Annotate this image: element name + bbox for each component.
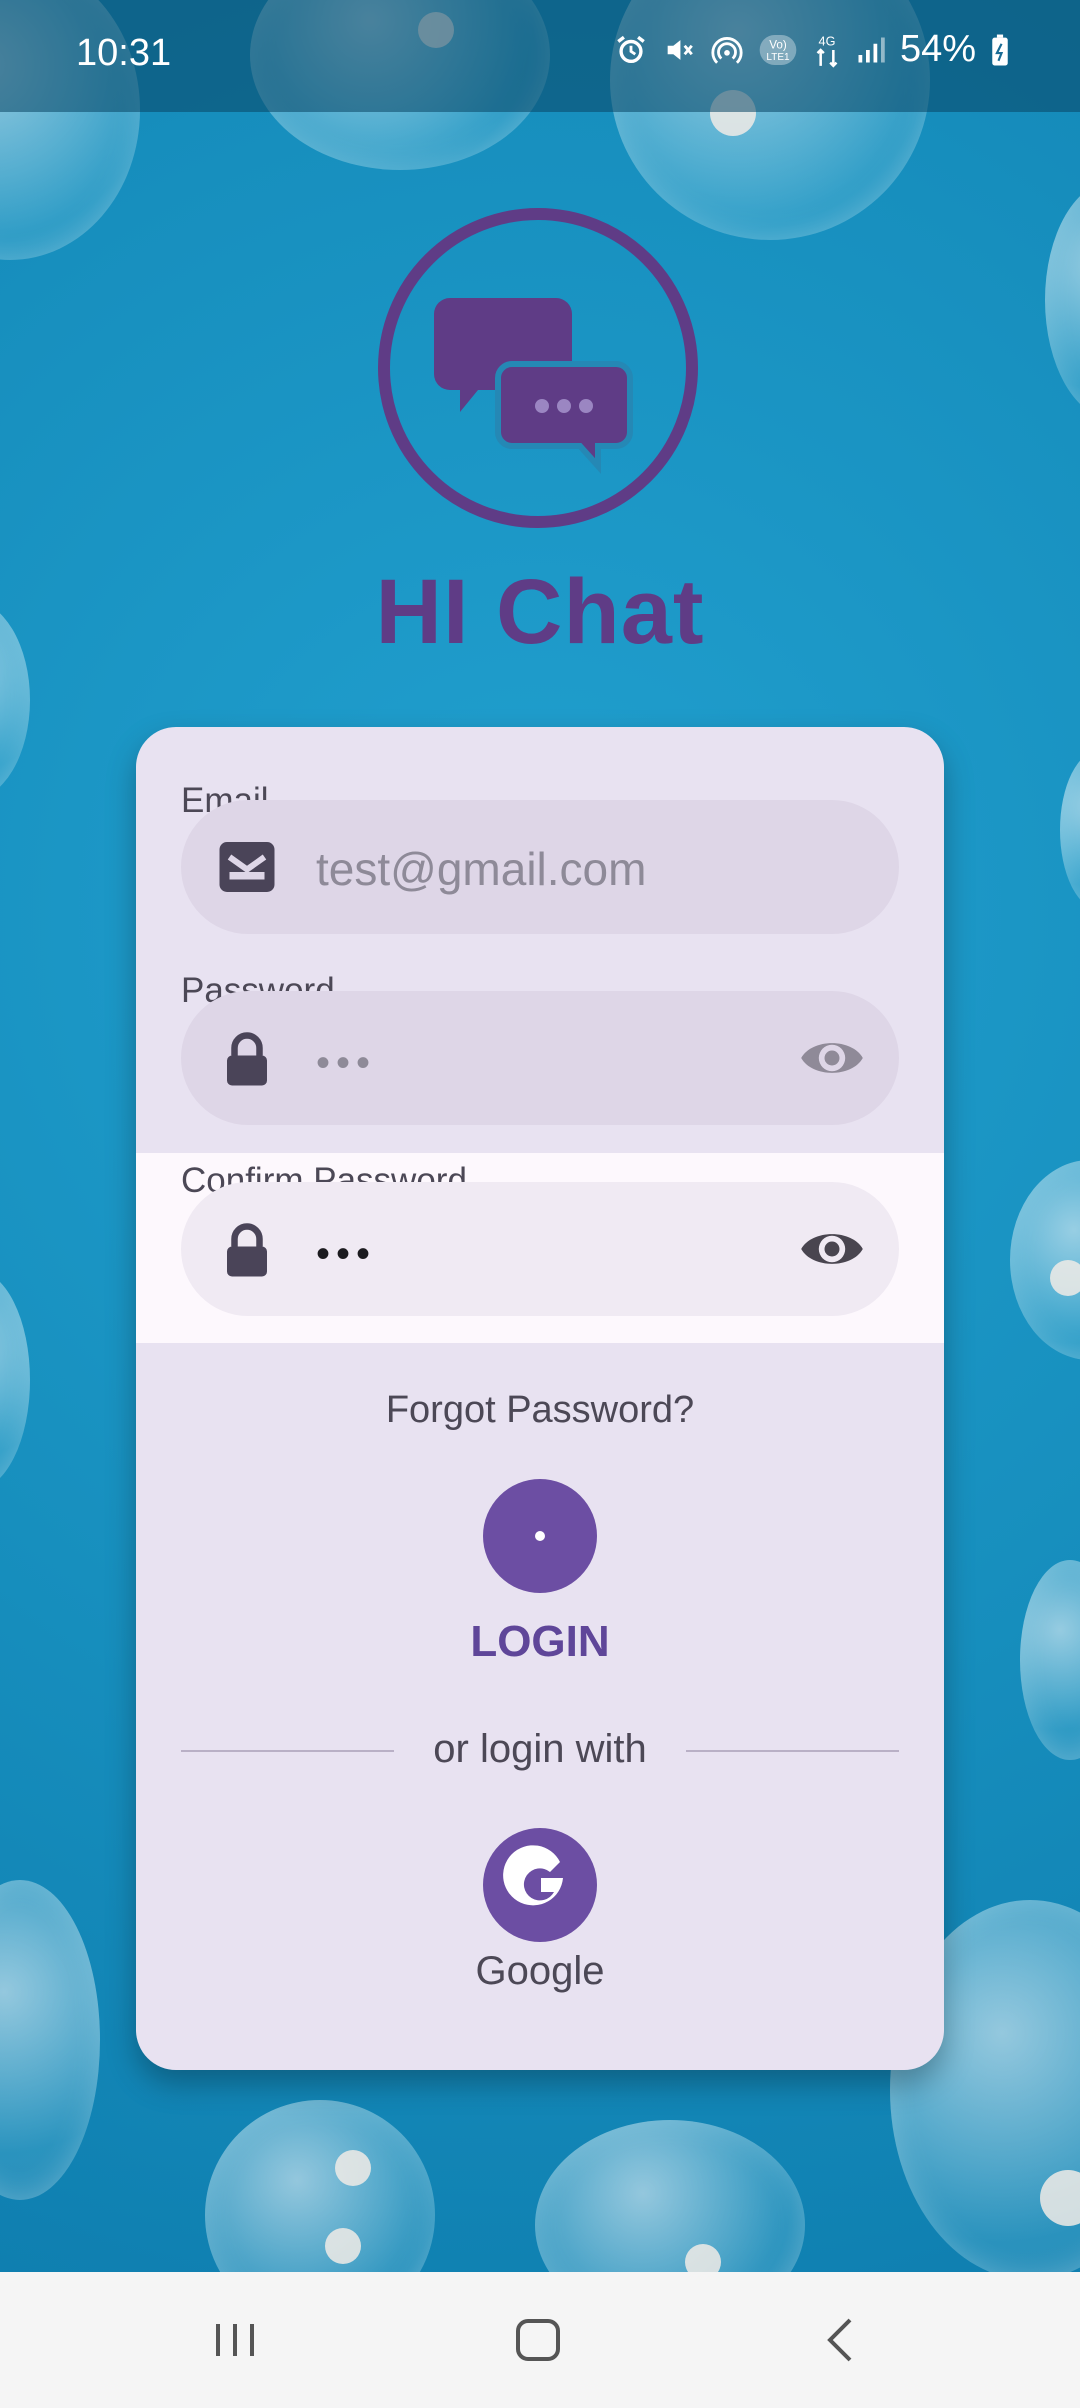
lock-icon (227, 1223, 267, 1277)
back-icon[interactable] (806, 2310, 876, 2370)
volte-icon: Vo)LTE1 (759, 34, 797, 65)
mute-icon (667, 39, 693, 60)
decorative-bubble (1010, 1160, 1080, 1360)
forgot-password-link[interactable]: Forgot Password? (136, 1389, 944, 1432)
home-icon[interactable] (503, 2310, 573, 2370)
status-icons: Vo) LTE1 4G 54% (614, 28, 1010, 71)
login-label[interactable]: LOGIN (136, 1617, 944, 1667)
email-placeholder: test@gmail.com (316, 843, 647, 895)
lock-icon (227, 1032, 267, 1086)
decorative-bubble (0, 1880, 100, 2200)
chat-bubbles-icon (378, 208, 698, 528)
battery-icon (992, 34, 1008, 65)
svg-text:LTE1: LTE1 (766, 52, 790, 63)
confirm-password-field[interactable]: ••• (181, 1182, 899, 1316)
svg-text:4G: 4G (818, 34, 835, 48)
confirm-password-value: ••• (316, 1232, 377, 1276)
decorative-bubble (535, 2120, 805, 2272)
decorative-bubble (1045, 180, 1080, 420)
google-login-button[interactable] (483, 1828, 597, 1942)
password-value: ••• (316, 1041, 377, 1085)
alarm-icon (617, 35, 645, 63)
decorative-bubble (205, 2100, 435, 2272)
status-bar: 10:31 Vo) LTE1 4G 54% (0, 0, 1080, 112)
recents-icon[interactable] (200, 2310, 270, 2370)
divider-right (686, 1750, 899, 1752)
app-title: HI Chat (375, 561, 705, 663)
signal-icon (858, 37, 885, 62)
eye-icon[interactable] (799, 1222, 865, 1276)
status-time: 10:31 (76, 32, 172, 74)
svg-text:Vo): Vo) (769, 38, 787, 51)
decorative-bubble (1060, 750, 1080, 910)
envelope-icon (219, 842, 275, 892)
navigation-bar (0, 2272, 1080, 2408)
data-arrows-icon: 4G (816, 34, 838, 68)
loading-indicator (535, 1531, 545, 1541)
hotspot-icon (711, 36, 743, 64)
eye-icon[interactable] (799, 1031, 865, 1085)
google-icon (503, 1845, 563, 1906)
decorative-bubble (0, 1270, 30, 1490)
login-button[interactable] (483, 1479, 597, 1593)
password-field[interactable]: ••• (181, 991, 899, 1125)
battery-percent: 54% (899, 28, 976, 70)
email-field[interactable]: test@gmail.com (181, 800, 899, 934)
login-card: Email test@gmail.com Password ••• Confir… (136, 727, 944, 2070)
google-label[interactable]: Google (136, 1949, 944, 1994)
decorative-bubble (1020, 1560, 1080, 1760)
